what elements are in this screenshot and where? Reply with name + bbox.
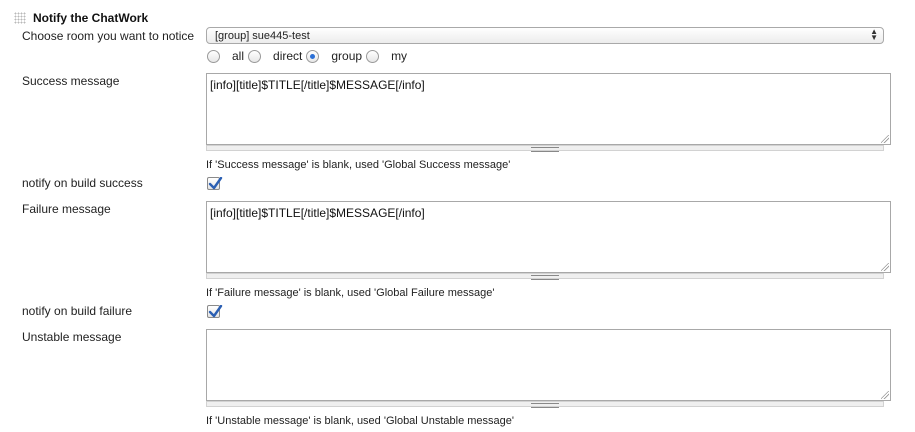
select-arrows-icon: ▲ ▼ [870,27,878,42]
room-select-value: [group] sue445-test [215,29,310,42]
radio-all-button[interactable] [207,49,220,63]
failure-message-textarea[interactable]: [info][title]$TITLE[/title]$MESSAGE[/inf… [206,201,891,273]
radio-direct[interactable] [248,49,267,63]
radio-group[interactable] [306,49,325,63]
resize-corner-icon[interactable] [881,391,889,399]
resize-handle-icon [531,403,559,408]
success-textarea-resizer[interactable] [206,145,884,152]
radio-my[interactable] [366,49,385,63]
success-message-hint: If 'Success message' is blank, used 'Glo… [206,159,511,171]
resize-handle-icon [531,147,559,152]
failure-textarea-resizer[interactable] [206,273,884,280]
drag-handle-icon[interactable] [14,12,26,24]
section-header: Notify the ChatWork [14,10,148,26]
checkmark-icon [208,177,223,190]
radio-direct-label: direct [273,49,303,63]
failure-message-hint: If 'Failure message' is blank, used 'Glo… [206,287,495,299]
success-message-value: [info][title]$TITLE[/title]$MESSAGE[/inf… [210,78,425,92]
unstable-message-label: Unstable message [22,330,122,344]
radio-group-label: group [331,49,363,63]
resize-corner-icon[interactable] [881,135,889,143]
room-select[interactable]: [group] sue445-test ▲ ▼ [206,27,884,44]
success-message-textarea[interactable]: [info][title]$TITLE[/title]$MESSAGE[/inf… [206,73,891,145]
resize-handle-icon [531,275,559,280]
radio-my-label: my [391,49,408,63]
radio-all[interactable] [207,49,226,63]
resize-corner-icon[interactable] [881,263,889,271]
room-type-radio-group: all direct group my [207,48,411,64]
section-title: Notify the ChatWork [33,11,149,25]
checkmark-icon [208,305,223,318]
radio-direct-button[interactable] [248,49,262,63]
radio-my-button[interactable] [366,49,380,63]
notify-failure-label: notify on build failure [22,304,133,318]
failure-message-value: [info][title]$TITLE[/title]$MESSAGE[/inf… [210,206,425,220]
unstable-message-hint: If 'Unstable message' is blank, used 'Gl… [206,415,515,427]
success-message-label: Success message [22,74,120,88]
notify-success-checkbox[interactable] [207,177,223,190]
notify-failure-checkbox[interactable] [207,305,223,318]
unstable-message-textarea[interactable] [206,329,891,401]
radio-group-button[interactable] [306,49,320,63]
room-label: Choose room you want to notice [22,29,195,43]
unstable-textarea-resizer[interactable] [206,401,884,408]
notify-success-label: notify on build success [22,176,143,190]
radio-all-label: all [232,49,245,63]
failure-message-label: Failure message [22,202,111,216]
